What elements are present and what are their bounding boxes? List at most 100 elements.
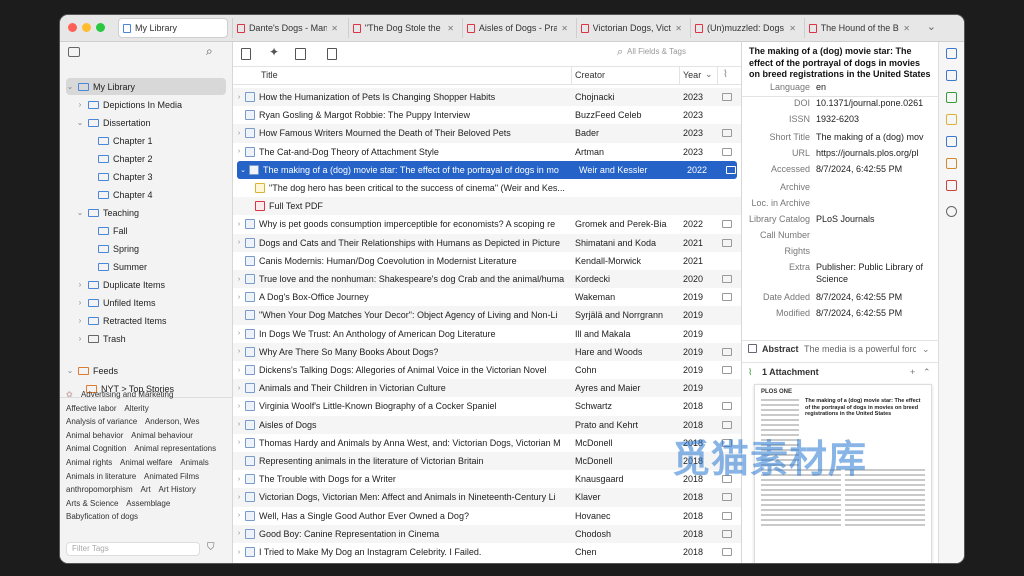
title-column-header[interactable]: Title (261, 70, 278, 80)
field-value[interactable]: 8/7/2024, 6:42:55 PM (816, 308, 934, 318)
field-value[interactable]: Science (816, 274, 934, 284)
item-row[interactable]: › Victorian Dogs, Victorian Men: Affect a… (233, 488, 741, 507)
collection-item[interactable]: › Trash (76, 330, 226, 347)
tag-item[interactable]: Assemblage (126, 499, 170, 508)
related-icon[interactable] (946, 180, 957, 191)
year-column-header[interactable]: Year (683, 70, 701, 80)
chevron-down-icon[interactable]: ⌄ (922, 344, 930, 355)
close-tab-icon[interactable]: ✕ (561, 24, 568, 33)
tag-item[interactable]: Analysis of variance (66, 417, 137, 426)
chevron-right-icon[interactable]: › (233, 330, 245, 337)
chevron-down-icon[interactable]: ⌄ (66, 82, 74, 91)
close-window-button[interactable] (68, 23, 77, 32)
tab-3[interactable]: Aisles of Dogs - Pra ✕ (462, 18, 572, 38)
tag-item[interactable]: Animal welfare (120, 458, 172, 467)
collection-item[interactable]: › Duplicate Items (76, 276, 226, 293)
filter-icon[interactable]: ⛉ (207, 542, 215, 553)
attachments-section[interactable]: ⌇ 1 Attachment + ⌃ (742, 367, 938, 381)
field-value[interactable]: The making of a (dog) mov (816, 132, 934, 142)
chevron-right-icon[interactable]: › (233, 549, 245, 556)
item-row[interactable]: › The Trouble with Dogs for a Writer Knaus… (233, 470, 741, 488)
close-tab-icon[interactable]: ✕ (789, 24, 796, 33)
tab-4[interactable]: Victorian Dogs, Victo ✕ (576, 18, 686, 38)
attachment-icon[interactable] (722, 529, 732, 538)
collection-item[interactable]: Chapter 2 (86, 150, 226, 167)
chevron-right-icon[interactable]: › (233, 94, 245, 101)
close-tab-icon[interactable]: ✕ (447, 24, 454, 33)
attachment-icon[interactable] (722, 402, 732, 411)
attachment-icon[interactable] (722, 548, 732, 557)
chevron-right-icon[interactable]: › (233, 221, 245, 228)
abstract-icon[interactable] (946, 70, 957, 81)
chevron-right-icon[interactable]: › (233, 512, 245, 519)
item-row[interactable]: "The dog hero has been critical to the s… (233, 179, 741, 197)
tag-item[interactable]: Animals in literature (66, 472, 136, 481)
chevron-right-icon[interactable]: › (233, 239, 245, 246)
tag-item[interactable]: Art (140, 485, 150, 494)
item-row[interactable]: Representing animals in the literature o… (233, 452, 741, 471)
collection-item[interactable]: Summer (86, 258, 226, 275)
tag-item[interactable]: Animals (180, 458, 208, 467)
chevron-right-icon[interactable]: › (233, 294, 245, 301)
abstract-section[interactable]: Abstract The media is a powerful force ⌄ (742, 344, 938, 358)
attachment-icon[interactable] (726, 165, 736, 174)
item-row[interactable]: › I Tried to Make My Dog an Instagram Cel… (233, 543, 741, 561)
tag-item[interactable]: Anderson, Wes (145, 417, 200, 426)
tab-2[interactable]: "The Dog Stole the l ✕ (348, 18, 458, 38)
item-row[interactable]: › The Cat-and-Dog Theory of Attachment St… (233, 143, 741, 161)
item-row[interactable]: › Good Boy: Canine Representation in Cine… (233, 524, 741, 543)
tag-item[interactable]: Animal Cognition (66, 444, 126, 453)
chevron-right-icon[interactable]: › (233, 439, 245, 446)
chevron-right-icon[interactable]: › (233, 494, 245, 501)
chevron-right-icon[interactable]: › (233, 476, 245, 483)
minimize-window-button[interactable] (82, 23, 91, 32)
field-value[interactable]: https://journals.plos.org/pl (816, 148, 934, 158)
field-value[interactable]: PLoS Journals (816, 214, 934, 224)
chevron-right-icon[interactable]: › (233, 367, 245, 374)
filter-tags-input[interactable]: Filter Tags (66, 542, 200, 556)
search-icon[interactable]: ⌕ (206, 44, 213, 59)
item-row[interactable]: ⌄ The making of a (dog) movie star: The e… (237, 160, 737, 179)
attachment-icon[interactable] (722, 93, 732, 102)
libraries-collections-icon[interactable] (946, 136, 957, 147)
collection-item[interactable]: Chapter 3 (86, 168, 226, 185)
item-row[interactable]: › Dogs and Cats and Their Relationships w… (233, 233, 741, 252)
chevron-right-icon[interactable]: › (76, 334, 84, 343)
tab-5[interactable]: (Un)muzzled: Dogs ✕ (690, 18, 800, 38)
chevron-right-icon[interactable]: › (233, 148, 245, 155)
item-row[interactable]: "When Your Dog Matches Your Decor": Obje… (233, 306, 741, 325)
feeds-collection[interactable]: ⌄ Feeds (66, 362, 118, 379)
attachment-icon[interactable] (722, 238, 732, 247)
attachment-icon[interactable] (722, 293, 732, 302)
tag-item[interactable]: Arts & Science (66, 499, 118, 508)
new-collection-icon[interactable] (68, 47, 80, 57)
attachment-column-icon[interactable]: ⌇ (723, 69, 728, 80)
item-row[interactable]: › True love and the nonhuman: Shakespeare… (233, 270, 741, 289)
item-row[interactable]: › How the Humanization of Pets Is Changin… (233, 88, 741, 107)
creator-column-header[interactable]: Creator (575, 70, 605, 80)
attachment-icon[interactable] (722, 511, 732, 520)
item-row[interactable]: › Dickens's Talking Dogs: Allegories of A… (233, 361, 741, 379)
tag-item[interactable]: Affective labor (66, 404, 117, 413)
tag-item[interactable]: Advertising and Marketing (81, 390, 174, 399)
item-row[interactable]: › A Dog's Box-Office Journey Wakeman 2019 (233, 288, 741, 306)
collection-item[interactable]: Chapter 4 (86, 186, 226, 203)
collection-item[interactable]: › Unfiled Items (76, 294, 226, 311)
chevron-up-icon[interactable]: ⌃ (923, 367, 931, 378)
add-attachment-icon[interactable] (295, 48, 306, 60)
chevron-right-icon[interactable]: › (233, 348, 245, 355)
collection-item[interactable]: Chapter 1 (86, 132, 226, 149)
item-row[interactable]: › Why Are There So Many Books About Dogs?… (233, 342, 741, 361)
attachment-icon[interactable] (722, 275, 732, 284)
attachment-icon[interactable] (722, 366, 732, 375)
paperclip-icon[interactable] (946, 92, 957, 103)
item-row[interactable]: › Well, Has a Single Good Author Ever Own… (233, 507, 741, 525)
collection-item[interactable]: Fall (86, 222, 226, 239)
chevron-right-icon[interactable]: › (76, 298, 84, 307)
collection-item[interactable]: ⌄ Teaching (76, 204, 226, 221)
item-row[interactable]: Canis Modernis: Human/Dog Coevolution in… (233, 252, 741, 270)
field-value[interactable]: en (816, 82, 934, 92)
item-row[interactable]: › Aisles of Dogs Prato and Kehrt 2018 (233, 415, 741, 434)
tag-item[interactable]: Babyfication of dogs (66, 512, 138, 521)
collection-item[interactable]: ⌄ My Library (66, 78, 226, 95)
